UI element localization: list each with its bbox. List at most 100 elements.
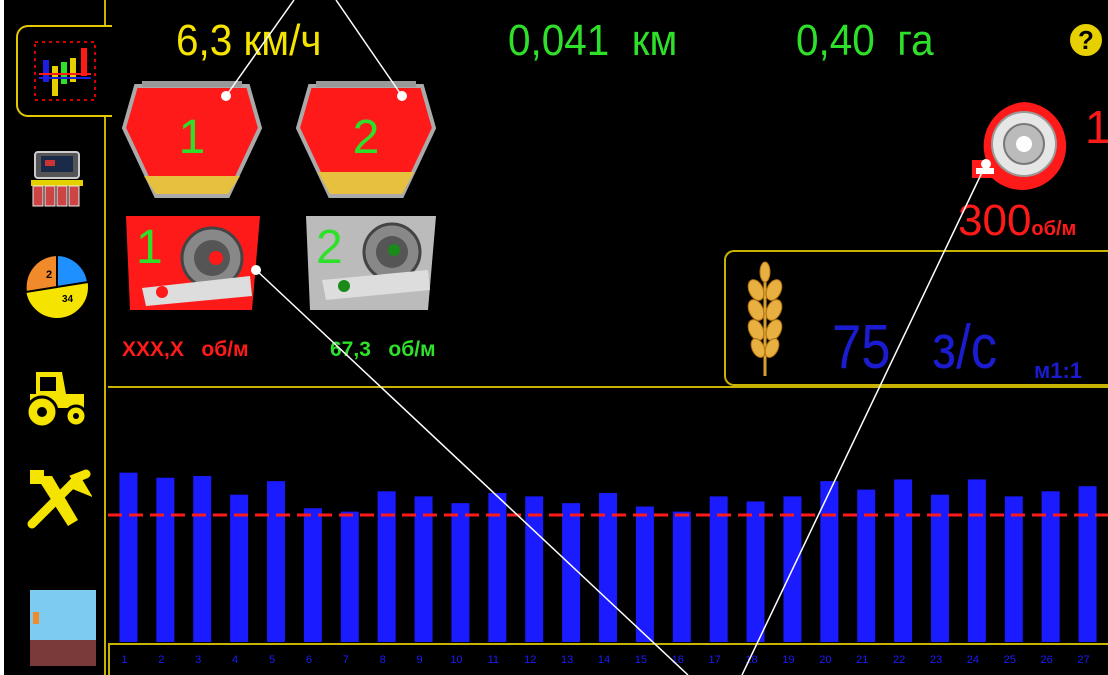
chart-tick-label: 25: [1004, 654, 1016, 666]
distance-readout: 0,041 км: [508, 16, 677, 66]
chart-tick-label: 1: [121, 654, 127, 666]
chart-tick-label: 3: [195, 654, 201, 666]
chart-tick-label: 20: [819, 654, 831, 666]
wheat-icon: [747, 261, 783, 376]
chart-bar-5: [267, 481, 285, 642]
chart-bar-4: [230, 494, 249, 642]
seeder-icon: [31, 151, 83, 207]
sidebar-item-pie[interactable]: 2 34: [18, 248, 96, 326]
chart-bar-1: [119, 472, 138, 642]
hopper-number: 1: [178, 111, 206, 164]
speed-value: 6,3: [176, 16, 233, 65]
meter-2[interactable]: 2: [300, 210, 440, 320]
bar-chart-icon: [34, 41, 96, 101]
chart-bar-19: [783, 496, 802, 642]
chart-bar-6: [303, 508, 322, 642]
chart-tick-label: 10: [450, 654, 462, 666]
chart-svg: 1 2 3 4 5 6 7 8 9 10 11 12 13 14 15 16 17 18 19 20 21 22 23 24 2…: [108, 472, 1108, 675]
hopper-number: 2: [352, 111, 380, 164]
chart-bar-27: [1078, 486, 1097, 642]
chart-tick-label: 17: [709, 654, 721, 666]
chart-bar-24: [967, 479, 986, 642]
chart-bar-13: [562, 503, 581, 642]
area-unit: га: [897, 16, 934, 65]
sidebar: 2 34: [6, 0, 112, 675]
chart-bar-20: [820, 481, 839, 642]
chart-tick-label: 7: [343, 654, 349, 666]
chart-tick-label: 5: [269, 654, 275, 666]
sidebar-item-seeder[interactable]: [18, 140, 96, 218]
fan-rpm-unit: об/м: [1031, 218, 1077, 240]
chart-tick-label: 26: [1041, 654, 1053, 666]
chart-bar-21: [857, 489, 876, 642]
chart-tick-label: 23: [930, 654, 942, 666]
meter-rpm-value: 67,3: [330, 338, 371, 361]
chart-tick-label: 9: [416, 654, 422, 666]
sidebar-item-settings[interactable]: [18, 460, 96, 538]
chart-tick-label: 24: [967, 654, 979, 666]
seed-rate-value: 75: [832, 313, 891, 382]
chart-tick-label: 22: [893, 654, 905, 666]
meter-1[interactable]: 1: [120, 210, 260, 320]
chart-tick-label: 14: [598, 654, 610, 666]
sidebar-item-tractor[interactable]: [18, 358, 96, 436]
chart-bar-7: [340, 511, 359, 642]
chart-tick-label: 12: [524, 654, 536, 666]
meter-rpm-unit: об/м: [388, 338, 436, 361]
chart-tick-label: 16: [672, 654, 684, 666]
chart-bar-3: [193, 476, 212, 642]
pie-label-b: 34: [62, 294, 74, 305]
sidebar-item-stats[interactable]: [16, 25, 112, 117]
speed-unit: км/ч: [243, 16, 322, 65]
fan-icon: [972, 102, 1067, 190]
seed-rate-unit: з/с: [932, 313, 998, 382]
distance-unit: км: [631, 16, 678, 65]
meter-number: 1: [136, 221, 163, 274]
chart-tick-label: 8: [380, 654, 386, 666]
wrench-screwdriver-icon: [27, 469, 92, 529]
fan-number: 1: [1085, 101, 1108, 153]
chart-tick-label: 21: [856, 654, 868, 666]
chart-bar-15: [635, 506, 654, 642]
area-readout: 0,40 га: [796, 16, 934, 66]
help-button[interactable]: ?: [1068, 22, 1104, 58]
meter-number: 2: [316, 221, 343, 274]
chart-bar-12: [525, 496, 544, 642]
pie-chart-icon: 2 34: [24, 253, 90, 320]
scale-label: м1:1: [1034, 358, 1083, 383]
hopper-2[interactable]: 2: [295, 80, 437, 200]
row-seeding-chart: 1 2 3 4 5 6 7 8 9 10 11 12 13 14 15 16 17 18 19 20 21 22 23 24 2…: [108, 388, 1108, 675]
chart-bar-16: [672, 511, 691, 642]
chart-bar-25: [1004, 496, 1023, 642]
chart-bar-9: [414, 496, 433, 642]
chart-tick-label: 2: [158, 654, 164, 666]
chart-tick-label: 27: [1077, 654, 1089, 666]
chart-tick-label: 11: [488, 654, 499, 666]
meter-rpm-value: XXX,X: [122, 338, 184, 361]
area-value: 0,40: [796, 16, 875, 65]
chart-bar-2: [156, 477, 175, 642]
fan-rpm-value: 300: [958, 196, 1032, 245]
chart-bar-17: [709, 496, 728, 642]
chart-bar-18: [746, 501, 765, 642]
chart-tick-label: 19: [782, 654, 794, 666]
distance-value: 0,041: [508, 16, 610, 65]
tractor-icon: [25, 372, 88, 429]
chart-bar-22: [894, 479, 913, 642]
meter-2-rpm: 67,3 об/м: [330, 338, 436, 362]
speed-readout: 6,3 км/ч: [176, 16, 321, 66]
meter-1-rpm: XXX,X об/м: [122, 338, 249, 362]
chart-tick-label: 4: [232, 654, 238, 666]
fan-rpm: 300об/м: [958, 196, 1076, 246]
sidebar-item-field[interactable]: [30, 590, 96, 666]
chart-bar-10: [451, 503, 470, 642]
chart-tick-label: 13: [561, 654, 573, 666]
pie-label-a: 2: [46, 269, 52, 281]
chart-tick-label: 6: [306, 654, 312, 666]
chart-tick-label: 15: [635, 654, 647, 666]
meter-rpm-unit: об/м: [201, 338, 249, 361]
chart-bar-23: [931, 494, 949, 642]
left-frame: [0, 0, 4, 675]
hopper-1[interactable]: 1: [121, 80, 263, 200]
chart-tick-label: 18: [745, 654, 757, 666]
